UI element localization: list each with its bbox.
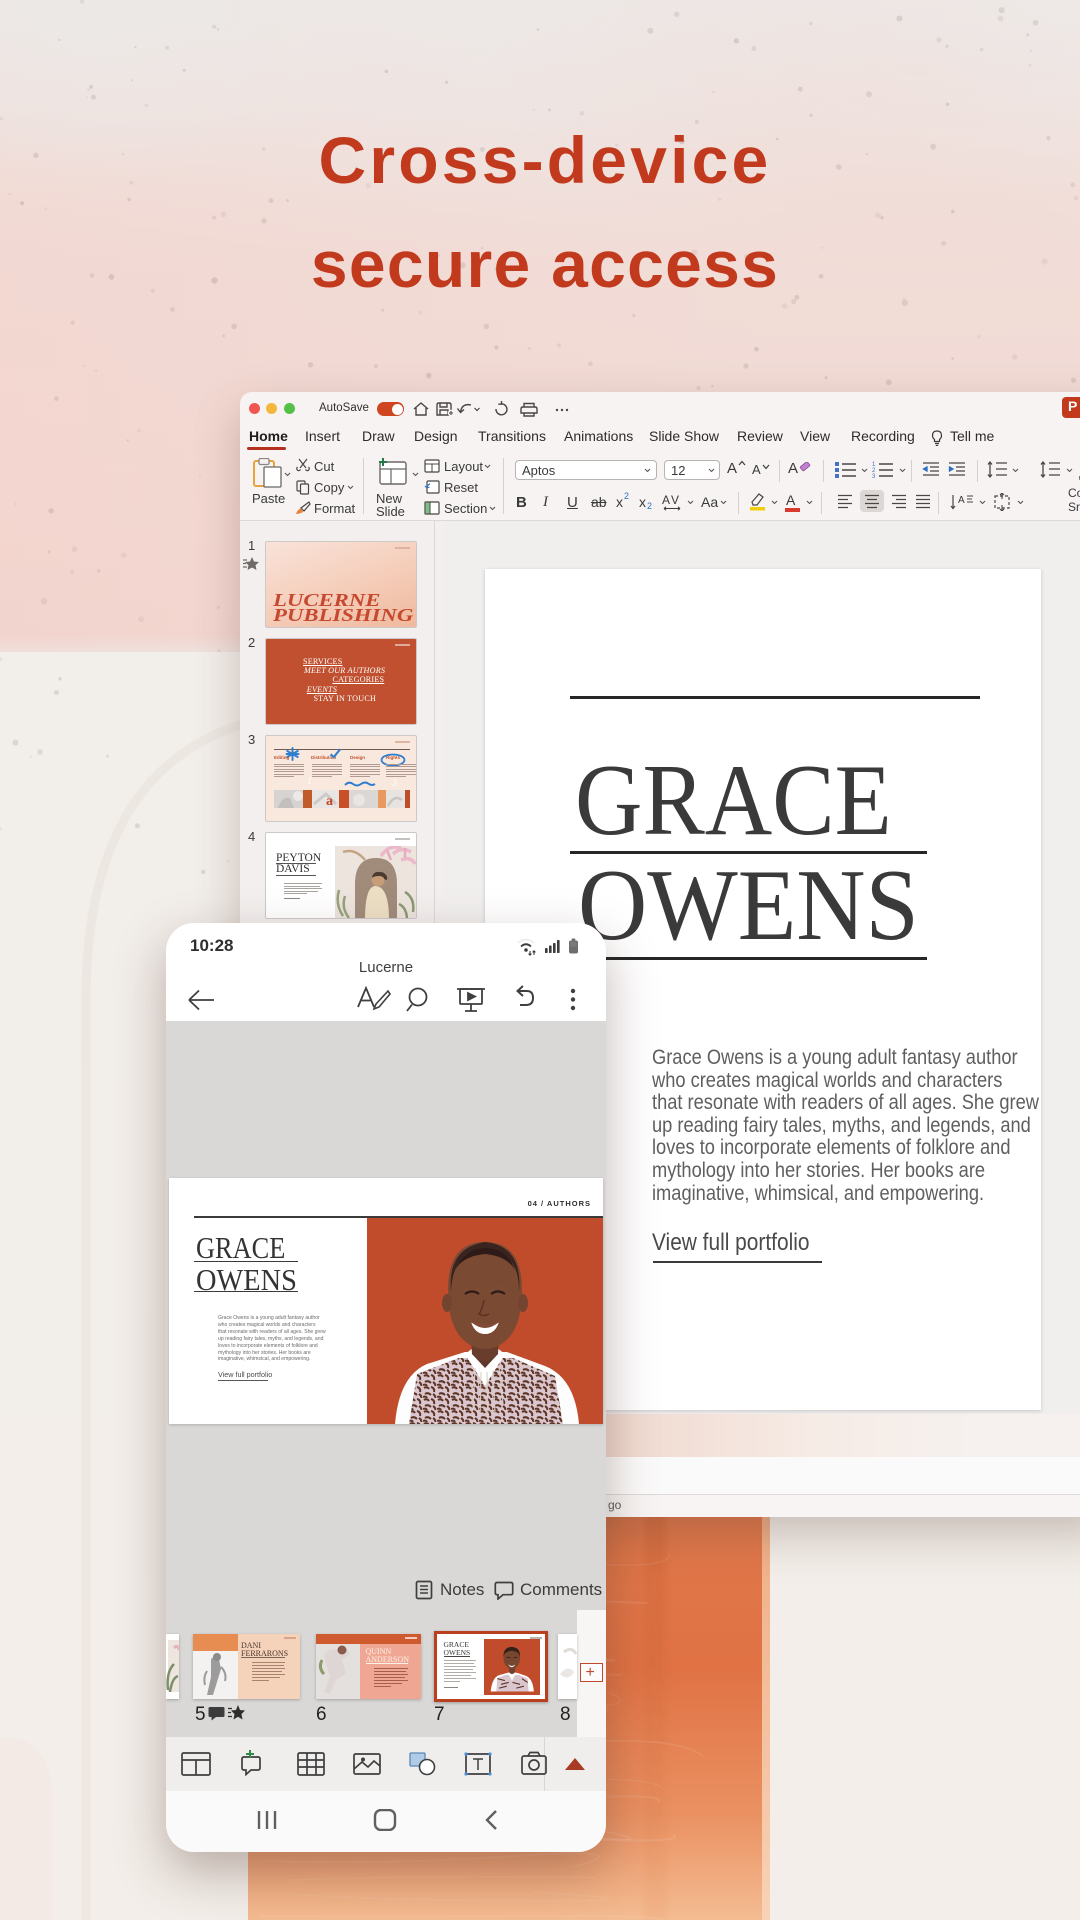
svg-text:3: 3 — [872, 474, 876, 479]
svg-text:a: a — [326, 794, 333, 808]
svg-text:A: A — [662, 493, 670, 507]
svg-text:A: A — [958, 495, 965, 506]
svg-text:V: V — [671, 493, 679, 507]
